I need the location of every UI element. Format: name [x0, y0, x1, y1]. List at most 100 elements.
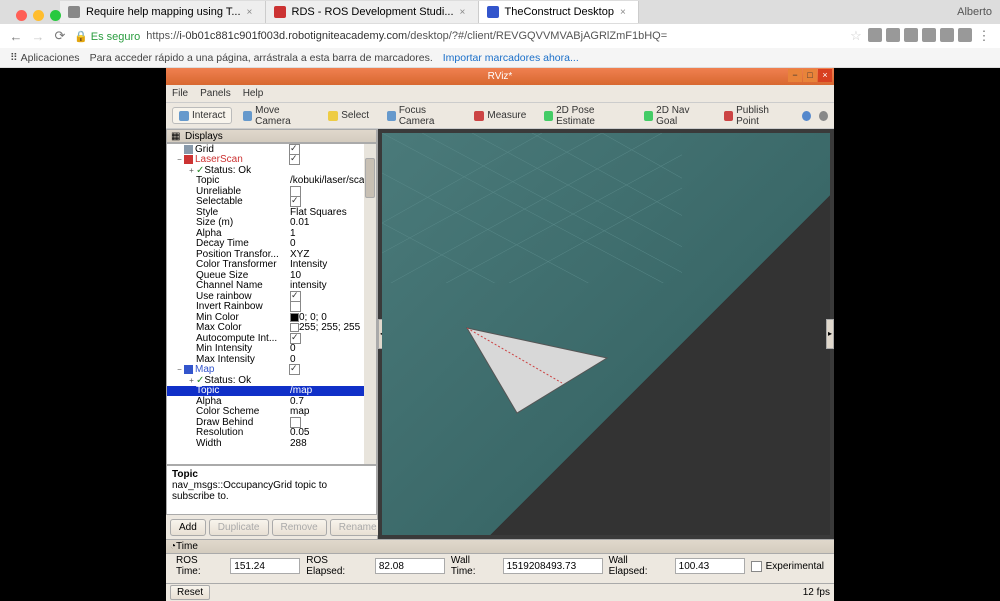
ros-time-input[interactable] [230, 558, 300, 574]
tool-measure[interactable]: Measure [467, 107, 533, 124]
wall-time-input[interactable] [503, 558, 603, 574]
tree-row[interactable]: Max Intensity0 [167, 354, 376, 365]
ext-icon[interactable] [868, 28, 882, 42]
tool-extra-icon[interactable] [802, 111, 811, 121]
tool-publish-point[interactable]: Publish Point [717, 102, 794, 130]
tree-row[interactable]: Use rainbow [167, 291, 376, 302]
viewport-3d[interactable]: ◂ ▸ [378, 129, 834, 539]
checkbox[interactable] [290, 333, 301, 344]
tree-row[interactable]: Unreliable [167, 186, 376, 197]
ext-icon[interactable] [904, 28, 918, 42]
star-icon[interactable]: ☆ [848, 28, 864, 44]
mac-close[interactable] [16, 10, 27, 21]
tool-interact[interactable]: Interact [172, 107, 232, 124]
tree-row[interactable]: Draw Behind [167, 417, 376, 428]
tool-select[interactable]: Select [321, 107, 376, 124]
scene[interactable] [382, 133, 830, 535]
minimize-button[interactable]: − [788, 69, 802, 82]
ext-icon[interactable] [886, 28, 900, 42]
expander-icon[interactable]: + [187, 166, 196, 175]
expander-icon[interactable]: − [175, 365, 184, 374]
checkbox[interactable] [290, 196, 301, 207]
tree-row[interactable]: Invert Rainbow [167, 302, 376, 313]
checkbox[interactable] [290, 301, 301, 312]
tree-row[interactable]: +✓ Status: Ok [167, 375, 376, 386]
duplicate-button: Duplicate [209, 519, 269, 536]
close-icon[interactable]: × [460, 7, 470, 17]
close-icon[interactable]: × [247, 7, 257, 17]
tree-row[interactable]: Queue Size10 [167, 270, 376, 281]
add-button[interactable]: Add [170, 519, 206, 536]
tree-row[interactable]: +✓ Status: Ok [167, 165, 376, 176]
tab-2[interactable]: TheConstruct Desktop × [479, 1, 639, 23]
rviz-titlebar[interactable]: RViz* − □ × [166, 68, 834, 85]
tool-extra-icon[interactable] [819, 111, 828, 121]
tree-row[interactable]: Selectable [167, 197, 376, 208]
reset-button[interactable]: Reset [170, 585, 210, 600]
color-swatch[interactable] [290, 323, 299, 332]
tree-row[interactable]: Resolution0.05 [167, 428, 376, 439]
tree-row[interactable]: Color TransformerIntensity [167, 260, 376, 271]
expander-icon[interactable]: + [187, 376, 196, 385]
tool-2d-nav-goal[interactable]: 2D Nav Goal [637, 102, 713, 130]
tool-2d-pose-estimate[interactable]: 2D Pose Estimate [537, 102, 633, 130]
tree-row[interactable]: Min Intensity0 [167, 344, 376, 355]
tree[interactable]: Grid−LaserScan+✓ Status: OkTopic/kobuki/… [166, 143, 377, 465]
tree-row[interactable]: Grid [167, 144, 376, 155]
close-button[interactable]: × [818, 69, 832, 82]
scrollbar[interactable] [364, 144, 376, 464]
tree-row[interactable]: −Map [167, 365, 376, 376]
menu-icon[interactable]: ⋮ [976, 28, 992, 44]
ext-icon[interactable] [922, 28, 936, 42]
tool-move-camera[interactable]: Move Camera [236, 102, 317, 130]
tab-0[interactable]: Require help mapping using T... × [60, 1, 266, 23]
maximize-button[interactable]: □ [803, 69, 817, 82]
tab-1[interactable]: RDS - ROS Development Studi... × [266, 1, 479, 23]
ext-icon[interactable] [940, 28, 954, 42]
tree-row[interactable]: Color Schememap [167, 407, 376, 418]
tree-row[interactable]: Min Color 0; 0; 0 [167, 312, 376, 323]
ros-elapsed-input[interactable] [375, 558, 445, 574]
tree-row[interactable]: StyleFlat Squares [167, 207, 376, 218]
reload-icon[interactable]: ⟳ [52, 28, 68, 44]
checkbox[interactable] [290, 291, 301, 302]
menu-panels[interactable]: Panels [200, 88, 231, 99]
user-badge[interactable]: Alberto [949, 4, 1000, 20]
color-swatch[interactable] [290, 313, 299, 322]
tree-row[interactable]: Channel Nameintensity [167, 281, 376, 292]
mac-minimize[interactable] [33, 10, 44, 21]
tree-row[interactable]: Width288 [167, 438, 376, 449]
tree-row[interactable]: Autocompute Int... [167, 333, 376, 344]
tree-row[interactable]: Max Color 255; 255; 255 [167, 323, 376, 334]
tree-row[interactable]: Decay Time0 [167, 239, 376, 250]
url-field[interactable]: https://i-0b01c881c901f003d.robotignitea… [146, 30, 667, 42]
scroll-thumb[interactable] [365, 158, 375, 198]
tree-row[interactable]: Topic/map [167, 386, 376, 397]
apps-button[interactable]: ⠿ Aplicaciones [10, 52, 80, 64]
tree-row[interactable]: Alpha1 [167, 228, 376, 239]
menu-file[interactable]: File [172, 88, 188, 99]
tool-focus-camera[interactable]: Focus Camera [380, 102, 463, 130]
close-icon[interactable]: × [620, 7, 630, 17]
tree-row[interactable]: Alpha0.7 [167, 396, 376, 407]
back-icon[interactable]: ← [8, 28, 24, 44]
displays-header[interactable]: ▦ Displays [166, 129, 377, 143]
tree-row[interactable]: Size (m)0.01 [167, 218, 376, 229]
time-header[interactable]: ◔ Time [166, 540, 834, 554]
tree-row[interactable]: −LaserScan [167, 155, 376, 166]
splitter-right[interactable]: ▸ [826, 319, 834, 349]
checkbox[interactable] [289, 364, 300, 375]
wall-elapsed-input[interactable] [675, 558, 745, 574]
expander-icon[interactable]: − [175, 155, 184, 164]
checkbox[interactable] [290, 417, 301, 428]
mac-zoom[interactable] [50, 10, 61, 21]
menu-help[interactable]: Help [243, 88, 264, 99]
import-bookmarks-link[interactable]: Importar marcadores ahora... [443, 52, 579, 64]
experimental-checkbox[interactable]: Experimental [751, 561, 824, 572]
checkbox[interactable] [289, 154, 300, 165]
forward-icon[interactable]: → [30, 28, 46, 44]
description-panel: Topic nav_msgs::OccupancyGrid topic to s… [166, 465, 377, 515]
ext-icon[interactable] [958, 28, 972, 42]
tree-row[interactable]: Position Transfor...XYZ [167, 249, 376, 260]
tree-row[interactable]: Topic/kobuki/laser/scan [167, 176, 376, 187]
